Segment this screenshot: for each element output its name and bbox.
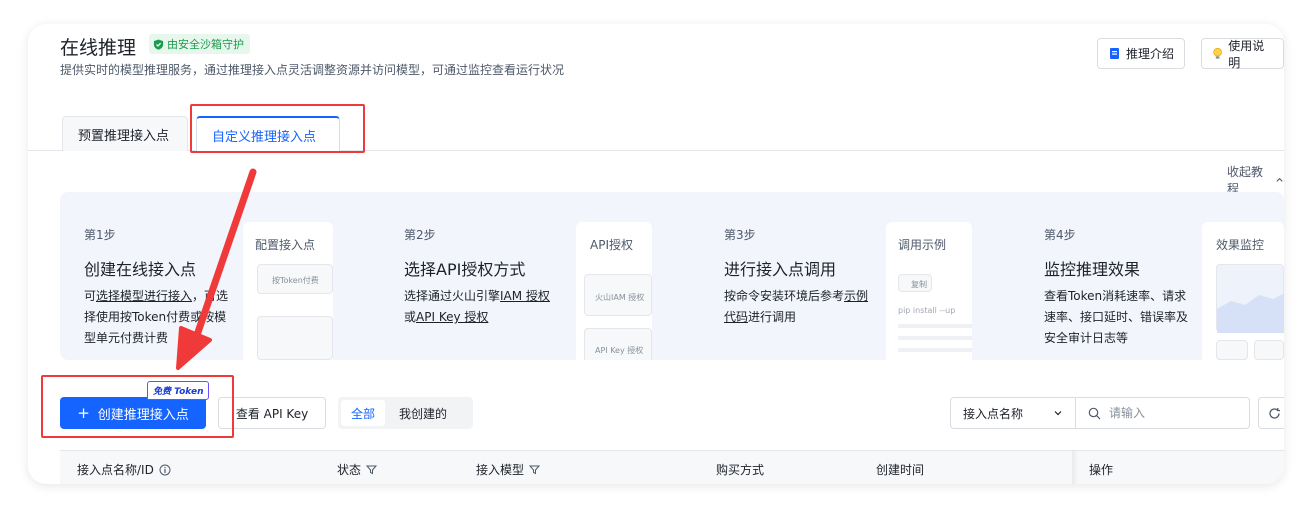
guide-button-label: 使用说明 — [1228, 38, 1265, 70]
page-subtitle: 提供实时的模型推理服务，通过推理接入点灵活调整资源并访问模型，可通过监控查看运行… — [60, 63, 565, 77]
sandbox-badge-label: 由安全沙箱守护 — [167, 38, 244, 51]
area-chart-icon — [1217, 293, 1284, 333]
filter-icon[interactable] — [366, 464, 378, 475]
column-header-purchase: 购买方式 — [716, 463, 765, 477]
step-preview: API授权 火山IAM 授权 API Key 授权 — [576, 222, 652, 360]
column-shadow — [1072, 451, 1078, 484]
connect-link[interactable]: 进行接入 — [144, 289, 192, 303]
refresh-button[interactable] — [1258, 397, 1284, 429]
tab-label: 预置推理接入点 — [78, 128, 170, 144]
chevron-up-icon — [1276, 177, 1283, 182]
filter-mine[interactable]: 我创建的 — [389, 400, 457, 426]
step-number: 第3步 — [724, 228, 756, 242]
step-description: 选择通过火山引擎IAM 授权 或API Key 授权 — [404, 289, 550, 324]
refresh-icon — [1268, 407, 1280, 419]
column-header-created: 创建时间 — [876, 463, 925, 477]
step-number: 第4步 — [1044, 228, 1076, 242]
guide-button[interactable]: 使用说明 — [1201, 38, 1284, 70]
document-icon — [1110, 48, 1119, 59]
step-title: 创建在线接入点 — [84, 260, 197, 279]
lightbulb-icon — [1213, 47, 1222, 59]
preview-title: 效果监控 — [1216, 238, 1265, 252]
step-title: 选择API授权方式 — [404, 260, 526, 279]
preview-line — [898, 324, 972, 328]
step-number: 第2步 — [404, 228, 436, 242]
preview-placeholder — [1254, 340, 1284, 360]
shield-icon — [153, 38, 164, 50]
preview-placeholder — [1216, 340, 1248, 360]
preview-option: 火山IAM 授权 — [584, 274, 652, 316]
preview-code: pip install --up — [898, 306, 956, 315]
search-icon — [1088, 407, 1101, 419]
tab-preset-endpoints[interactable]: 预置推理接入点 — [62, 116, 188, 151]
ownership-filter: 全部 我创建的 — [338, 397, 473, 429]
filter-all[interactable]: 全部 — [341, 400, 386, 426]
column-header-name: 接入点名称/ID — [77, 461, 171, 478]
preview-placeholder — [257, 316, 333, 360]
step-title: 监控推理效果 — [1044, 260, 1141, 279]
page-title: 在线推理 — [60, 37, 137, 59]
chevron-down-icon — [1054, 411, 1062, 416]
tutorial-steps: 第1步 创建在线接入点 可选择模型进行接入，可选择使用按Token付费或按模型单… — [60, 192, 1284, 360]
search-box — [1075, 397, 1250, 429]
column-header-status: 状态 — [337, 461, 378, 478]
select-model-link[interactable]: 选择模型 — [96, 289, 144, 303]
highlight-box-tab — [190, 104, 365, 153]
view-api-key-button[interactable]: 查看 API Key — [218, 397, 326, 429]
step-title: 进行接入点调用 — [724, 260, 837, 279]
preview-line — [898, 348, 972, 352]
intro-button[interactable]: 推理介绍 — [1097, 38, 1186, 69]
intro-button-label: 推理介绍 — [1126, 47, 1175, 61]
search-field-value: 接入点名称 — [963, 406, 1024, 421]
step-preview: 效果监控 — [1202, 222, 1284, 360]
preview-title: API授权 — [590, 238, 633, 252]
search-field-select[interactable]: 接入点名称 — [950, 397, 1076, 429]
preview-option: API Key 授权 — [584, 328, 652, 360]
column-header-model: 接入模型 — [476, 461, 541, 478]
filter-icon[interactable] — [529, 464, 541, 475]
preview-title: 配置接入点 — [255, 238, 316, 252]
step-preview: 配置接入点 按Token付费 — [243, 222, 333, 360]
search-input[interactable] — [1109, 406, 1229, 420]
preview-title: 调用示例 — [898, 238, 947, 252]
preview-chart — [1216, 264, 1284, 333]
step-preview: 调用示例 复制 pip install --up — [886, 222, 972, 360]
step-description: 可选择模型进行接入，可选择使用按Token付费或按模型单元付费计费 — [84, 289, 229, 345]
iam-auth-link[interactable]: IAM 授权 — [500, 289, 550, 303]
table-header: 接入点名称/ID 状态 接入模型 购买方式 创建时间 操作 — [60, 450, 1284, 484]
preview-option: 按Token付费 — [257, 264, 333, 294]
sandbox-badge: 由安全沙箱守护 — [149, 34, 250, 54]
api-key-auth-link[interactable]: API Key 授权 — [416, 310, 488, 324]
step-description: 查看Token消耗速率、请求速率、接口延时、错误率及安全审计日志等 — [1044, 289, 1189, 345]
highlight-box-create — [41, 375, 234, 438]
column-header-actions: 操作 — [1089, 463, 1114, 477]
step-description: 按命令安装环境后参考示例代码进行调用 — [724, 289, 869, 324]
preview-copy: 复制 — [898, 274, 932, 292]
step-number: 第1步 — [84, 228, 116, 242]
info-icon[interactable] — [159, 464, 171, 476]
preview-line — [898, 336, 972, 340]
